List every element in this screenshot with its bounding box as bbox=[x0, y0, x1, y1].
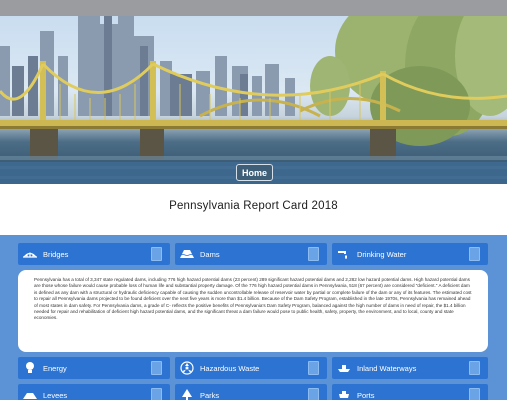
hazard-icon bbox=[180, 361, 194, 375]
category-label: Hazardous Waste bbox=[200, 363, 260, 373]
category-bridges[interactable]: Bridges bbox=[18, 243, 170, 265]
category-energy[interactable]: Energy bbox=[18, 357, 170, 379]
page-title: Pennsylvania Report Card 2018 bbox=[169, 200, 338, 212]
category-ports[interactable]: Ports bbox=[332, 384, 488, 400]
dam-icon bbox=[180, 247, 194, 261]
grade-badge bbox=[308, 247, 319, 261]
faucet-icon bbox=[337, 247, 351, 261]
category-inland-waterways[interactable]: Inland Waterways bbox=[332, 357, 488, 379]
home-button[interactable]: Home bbox=[236, 164, 273, 181]
grade-badge bbox=[308, 361, 319, 375]
category-description: Pennsylvania has a total of 3,347 state … bbox=[18, 270, 488, 352]
category-drinking-water[interactable]: Drinking Water bbox=[332, 243, 488, 265]
anchor-icon bbox=[337, 388, 351, 400]
category-hazardous-waste[interactable]: Hazardous Waste bbox=[175, 357, 327, 379]
category-label: Inland Waterways bbox=[357, 363, 417, 373]
grade-badge bbox=[308, 388, 319, 400]
category-label: Parks bbox=[200, 390, 220, 400]
hero-image bbox=[0, 16, 507, 184]
grade-badge bbox=[469, 388, 480, 400]
top-frame bbox=[0, 0, 507, 16]
category-label: Dams bbox=[200, 249, 220, 259]
category-label: Drinking Water bbox=[357, 249, 407, 259]
ship-icon bbox=[337, 361, 351, 375]
pittsburgh-bridge-illustration bbox=[0, 16, 507, 184]
bridge-icon bbox=[23, 247, 37, 261]
grade-badge bbox=[151, 388, 162, 400]
category-levees[interactable]: Levees bbox=[18, 384, 170, 400]
grade-badge bbox=[469, 247, 480, 261]
tree-icon bbox=[180, 388, 194, 400]
category-label: Energy bbox=[43, 363, 67, 373]
grade-badge bbox=[469, 361, 480, 375]
category-parks[interactable]: Parks bbox=[175, 384, 327, 400]
category-label: Ports bbox=[357, 390, 375, 400]
bulb-icon bbox=[23, 361, 37, 375]
grade-badge bbox=[151, 361, 162, 375]
category-label: Levees bbox=[43, 390, 68, 400]
grade-badge bbox=[151, 247, 162, 261]
category-label: Bridges bbox=[43, 249, 69, 259]
levee-icon bbox=[23, 388, 37, 400]
category-dams[interactable]: Dams bbox=[175, 243, 327, 265]
